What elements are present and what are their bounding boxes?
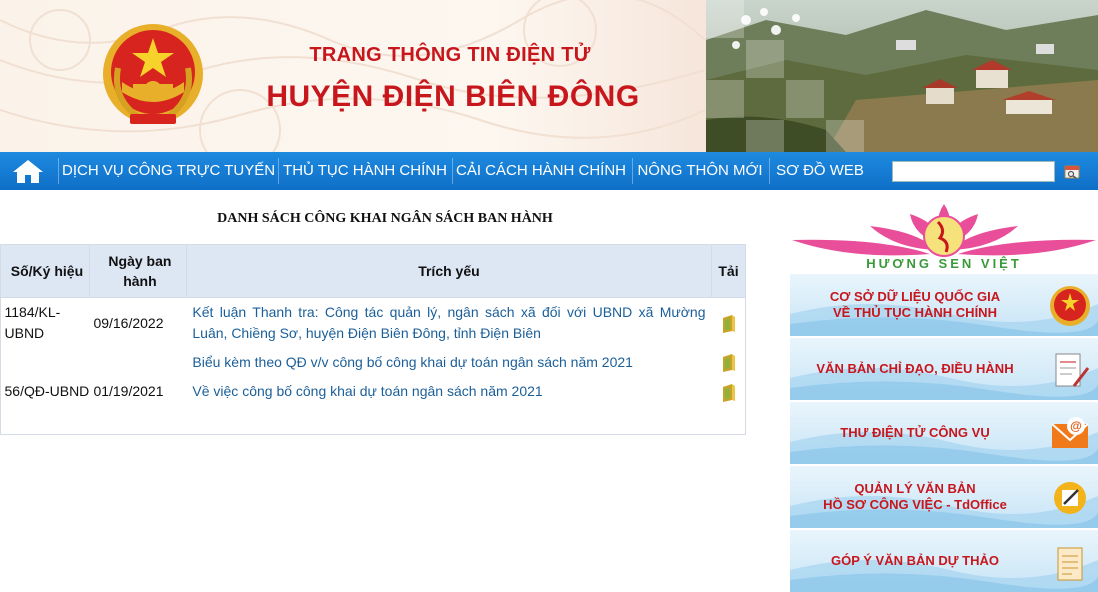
document-summary-link[interactable]: Kết luận Thanh tra: Công tác quản lý, ng… bbox=[192, 302, 705, 344]
document-summary-link[interactable]: Biểu kèm theo QĐ v/v công bố công khai d… bbox=[192, 352, 705, 373]
nav-separator bbox=[632, 158, 633, 184]
nav-item-online-services[interactable]: DỊCH VỤ CÔNG TRỰC TUYẾN bbox=[62, 152, 275, 190]
table-header-row: Số/Ký hiệu Ngày ban hành Trích yếu Tải bbox=[0, 244, 746, 298]
edit-note-icon bbox=[1054, 482, 1086, 514]
huong-sen-viet-logo[interactable]: HƯƠNG SEN VIỆT bbox=[790, 200, 1098, 272]
sidebar-banner-document-management[interactable]: QUẢN LÝ VĂN BẢN HỒ SƠ CÔNG VIỆC - TdOffi… bbox=[790, 466, 1098, 528]
banner-line1: VĂN BẢN CHỈ ĐẠO, ĐIỀU HÀNH bbox=[816, 361, 1014, 376]
site-title: HUYỆN ĐIỆN BIÊN ĐÔNG bbox=[266, 80, 640, 113]
site-header: TRANG THÔNG TIN ĐIỆN TỬ HUYỆN ĐIỆN BIÊN … bbox=[0, 0, 1098, 152]
document-number: 56/QĐ-UBND bbox=[4, 383, 90, 400]
banner-line1: THƯ ĐIỆN TỬ CÔNG VỤ bbox=[840, 425, 990, 440]
table-row: 1184/KL-UBND 09/16/2022 Kết luận Thanh t… bbox=[1, 298, 746, 349]
home-icon bbox=[13, 160, 43, 183]
banner-line1: QUẢN LÝ VĂN BẢN bbox=[854, 481, 976, 496]
nav-separator bbox=[452, 158, 453, 184]
draft-document-icon bbox=[1057, 547, 1083, 581]
banner-line2: VỀ THỦ TỤC HÀNH CHÍNH bbox=[833, 305, 997, 320]
nav-item-sitemap[interactable]: SƠ ĐỒ WEB bbox=[773, 152, 867, 190]
banner-line1: CƠ SỞ DỮ LIỆU QUỐC GIA bbox=[829, 289, 1001, 304]
sidebar-banner-national-procedures-db[interactable]: CƠ SỞ DỮ LIỆU QUỐC GIA VỀ THỦ TỤC HÀNH C… bbox=[790, 274, 1098, 336]
nav-item-administrative-reform[interactable]: CẢI CÁCH HÀNH CHÍNH bbox=[456, 152, 626, 190]
nav-separator bbox=[769, 158, 770, 184]
emblem-icon bbox=[1050, 286, 1090, 326]
document-number: 1184/KL-UBND bbox=[4, 304, 61, 341]
logo-text: HƯƠNG SEN VIỆT bbox=[866, 256, 1022, 271]
home-button[interactable] bbox=[0, 152, 56, 190]
budget-documents-table: Số/Ký hiệu Ngày ban hành Trích yếu Tải 1… bbox=[0, 244, 746, 407]
search-button-icon[interactable] bbox=[1064, 164, 1080, 180]
header-landscape-photo bbox=[706, 0, 1098, 152]
page: TRANG THÔNG TIN ĐIỆN TỬ HUYỆN ĐIỆN BIÊN … bbox=[0, 0, 1098, 592]
table-row: Biểu kèm theo QĐ v/v công bố công khai d… bbox=[1, 348, 746, 377]
document-date: 01/19/2021 bbox=[93, 383, 164, 400]
svg-text:@: @ bbox=[1070, 419, 1082, 433]
sidebar-banner-directive-documents[interactable]: VĂN BẢN CHỈ ĐẠO, ĐIỀU HÀNH bbox=[790, 338, 1098, 400]
download-file-icon[interactable] bbox=[721, 314, 737, 334]
document-date: 09/16/2022 bbox=[93, 314, 164, 331]
column-header-summary: Trích yếu bbox=[185, 244, 713, 298]
nav-separator bbox=[278, 158, 279, 184]
download-file-icon[interactable] bbox=[721, 383, 737, 403]
document-summary-link[interactable]: Về việc công bố công khai dự toán ngân s… bbox=[192, 381, 705, 402]
sidebar-banner-draft-feedback[interactable]: GÓP Ý VĂN BẢN DỰ THẢO bbox=[790, 530, 1098, 592]
document-number bbox=[1, 348, 90, 377]
nav-item-new-rural[interactable]: NÔNG THÔN MỚI bbox=[636, 152, 764, 190]
column-header-date: Ngày ban hành bbox=[88, 244, 187, 298]
banner-line1: GÓP Ý VĂN BẢN DỰ THẢO bbox=[830, 553, 999, 568]
site-subtitle: TRANG THÔNG TIN ĐIỆN TỬ bbox=[309, 44, 591, 66]
document-pen-icon bbox=[1055, 353, 1090, 387]
search-input[interactable] bbox=[892, 161, 1055, 182]
email-icon: @ bbox=[1051, 417, 1089, 448]
page-title: DANH SÁCH CÔNG KHAI NGÂN SÁCH BAN HÀNH bbox=[217, 211, 553, 226]
nav-item-administrative-procedures[interactable]: THỦ TỤC HÀNH CHÍNH bbox=[282, 152, 448, 190]
main-navigation: DỊCH VỤ CÔNG TRỰC TUYẾN THỦ TỤC HÀNH CHÍ… bbox=[0, 152, 1098, 190]
document-date bbox=[89, 348, 186, 377]
table-row: 56/QĐ-UBND 01/19/2021 Về việc công bố cô… bbox=[1, 377, 746, 406]
download-file-icon[interactable] bbox=[721, 353, 737, 373]
column-header-download: Tải bbox=[711, 244, 746, 298]
nav-separator bbox=[58, 158, 59, 184]
national-emblem-icon bbox=[103, 24, 203, 124]
banner-line2: HỒ SƠ CÔNG VIỆC - TdOffice bbox=[823, 497, 1007, 512]
sidebar-banner-official-email[interactable]: THƯ ĐIỆN TỬ CÔNG VỤ @ bbox=[790, 402, 1098, 464]
column-header-number: Số/Ký hiệu bbox=[0, 244, 90, 298]
